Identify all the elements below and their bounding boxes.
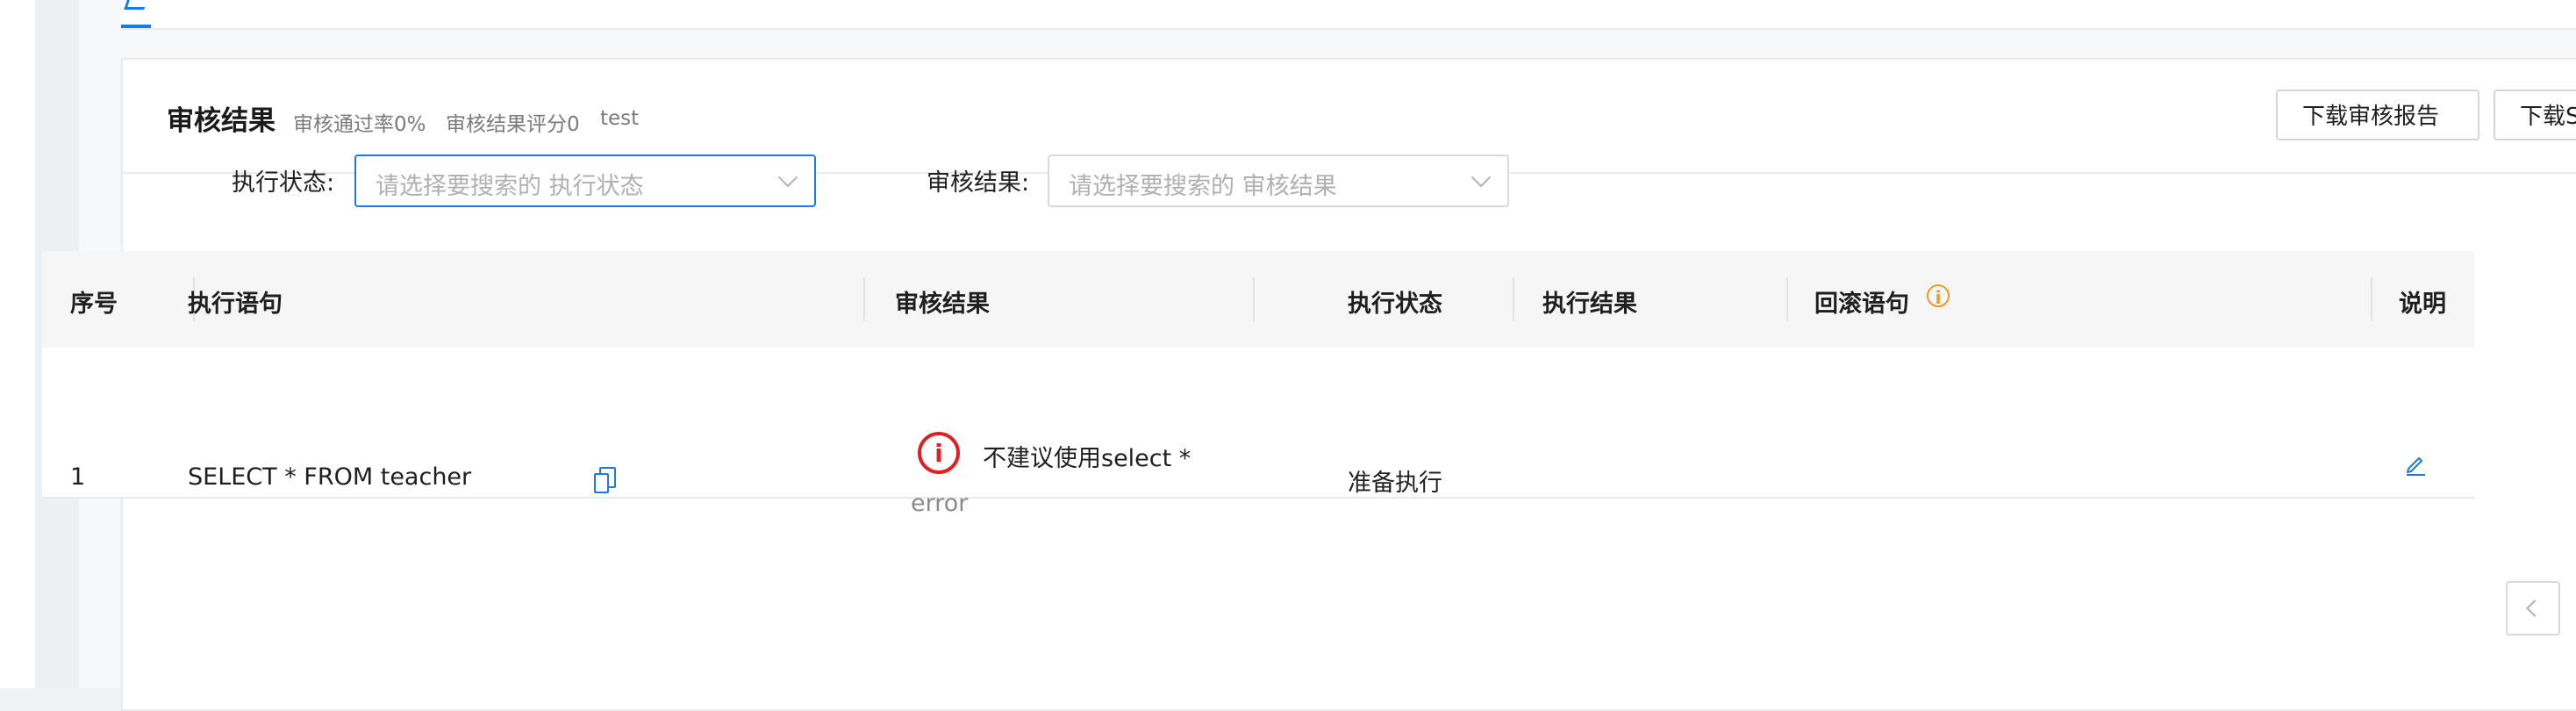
column-divider [1513,277,1514,321]
column-header-description: 说明 [2399,291,2446,318]
audit-result-label: 审核结果: [927,169,1030,197]
column-divider [863,277,865,321]
info-icon[interactable]: i [1927,284,1950,308]
task-tag: test [600,107,640,130]
left-margin [0,0,35,688]
chevron-down-icon [777,167,798,188]
row-statement: SELECT * FROM teacher [188,463,472,491]
exec-status-label: 执行状态: [232,169,335,197]
copy-icon[interactable] [594,467,616,493]
edit-icon[interactable] [2404,453,2427,476]
table-header: 序号 执行语句 审核结果 执行状态 执行结果 回滚语句 i 说明 [42,251,2474,349]
column-header-statement: 执行语句 [188,291,283,318]
active-tab-indicator [121,25,151,28]
exec-status-select[interactable]: 请选择要搜索的 执行状态 [354,154,816,207]
download-sql-button[interactable]: 下载SQL语句 [2494,90,2576,140]
row-index: 1 [70,463,86,491]
audit-score: 审核结果评分0 [446,113,580,136]
column-divider [1253,277,1255,321]
row-exec-status: 准备执行 [1348,470,1442,497]
pass-rate: 审核通过率0% [293,113,426,136]
column-header-audit-result: 审核结果 [895,291,990,318]
column-divider [2371,277,2372,321]
exec-status-placeholder: 请选择要搜索的 执行状态 [376,173,644,200]
prev-page-button[interactable] [2506,581,2560,636]
audit-result-placeholder: 请选择要搜索的 审核结果 [1069,173,1337,200]
column-header-index: 序号 [70,291,118,318]
column-header-exec-result: 执行结果 [1542,291,1637,318]
error-icon: i [918,432,960,474]
card-title: 审核结果 [167,105,275,137]
top-tab-bar [121,0,2576,30]
download-report-button[interactable]: 下载审核报告 [2276,90,2479,140]
column-header-exec-status: 执行状态 [1348,291,1442,318]
chevron-down-icon [1470,167,1492,188]
column-divider [1786,277,1788,321]
audit-result-select[interactable]: 请选择要搜索的 审核结果 [1048,154,1509,207]
audit-level: error [911,490,969,517]
audit-message: 不建议使用select * [983,445,1191,472]
table-row: 1 SELECT * FROM teacher i 不建议使用select * … [42,348,2474,517]
chevron-left-icon [2526,600,2544,617]
column-header-rollback: 回滚语句 [1814,291,1909,318]
